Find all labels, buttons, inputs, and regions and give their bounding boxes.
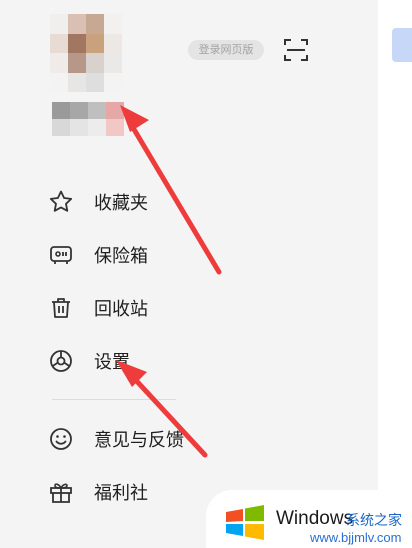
menu-item-label: 设置 [94, 352, 130, 373]
menu-item-label: 意见与反馈 [94, 430, 184, 451]
menu-item-feedback[interactable]: 意见与反馈 [46, 419, 266, 459]
smiley-feedback-icon [46, 424, 76, 454]
main-content-peek [378, 0, 412, 548]
menu-item-safe-box[interactable]: 保险箱 [46, 235, 266, 275]
watermark-url: www.bjjmlv.com [310, 530, 402, 545]
trash-icon [46, 293, 76, 323]
safe-box-icon [46, 240, 76, 270]
menu-item-label: 回收站 [94, 299, 148, 320]
watermark-title: Windows [276, 508, 354, 529]
user-nickname-blurred [52, 102, 124, 136]
menu-item-recycle-bin[interactable]: 回收站 [46, 288, 266, 328]
windows-logo-icon [226, 505, 264, 540]
avatar[interactable] [50, 14, 122, 92]
watermark-cn: 系统之家 [346, 513, 402, 529]
scan-icon[interactable] [283, 37, 309, 63]
gift-icon [46, 477, 76, 507]
star-icon [46, 187, 76, 217]
side-drawer: 登录网页版 收藏夹 保险箱 回收站 设置 意见与反馈 福利社 [0, 0, 378, 548]
menu-item-favorites[interactable]: 收藏夹 [46, 182, 266, 222]
settings-icon [46, 346, 76, 376]
web-version-login-button[interactable]: 登录网页版 [188, 40, 264, 60]
menu-item-label: 福利社 [94, 483, 148, 504]
menu-item-settings[interactable]: 设置 [46, 341, 266, 381]
watermark: Windows 系统之家 www.bjjmlv.com [206, 490, 412, 548]
menu-item-label: 保险箱 [94, 246, 148, 267]
menu-item-label: 收藏夹 [94, 193, 148, 214]
content-card-edge [392, 28, 412, 62]
menu-divider [52, 399, 176, 400]
